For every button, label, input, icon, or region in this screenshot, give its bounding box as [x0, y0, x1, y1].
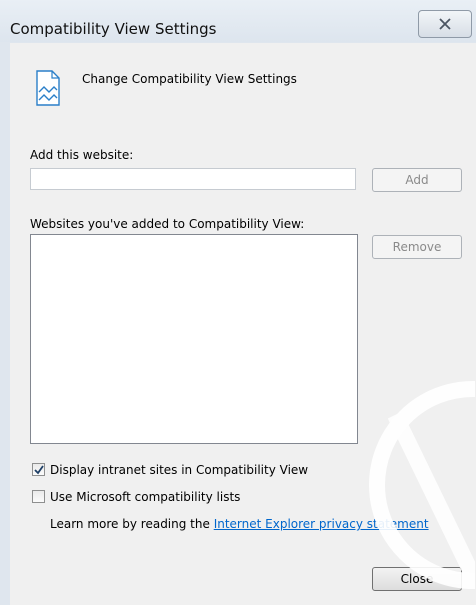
- watermark-graphic: [369, 381, 475, 589]
- close-icon: [439, 18, 451, 30]
- add-site-label: Add this website:: [30, 148, 134, 162]
- header-text: Change Compatibility View Settings: [82, 72, 297, 86]
- title-bar: Compatibility View Settings: [0, 0, 476, 42]
- learn-more-prefix: Learn more by reading the: [50, 517, 214, 531]
- remove-button[interactable]: Remove: [372, 235, 462, 259]
- window-title: Compatibility View Settings: [10, 20, 217, 38]
- sites-listbox[interactable]: [30, 234, 358, 444]
- close-window-button[interactable]: [418, 10, 472, 38]
- sites-list-label: Websites you've added to Compatibility V…: [30, 217, 305, 231]
- check-icon: [34, 465, 44, 475]
- microsoft-lists-label[interactable]: Use Microsoft compatibility lists: [50, 490, 240, 504]
- add-button[interactable]: Add: [372, 168, 462, 192]
- add-site-input[interactable]: [30, 168, 356, 190]
- intranet-label[interactable]: Display intranet sites in Compatibility …: [50, 463, 308, 477]
- microsoft-lists-checkbox[interactable]: [32, 490, 45, 503]
- compatibility-view-icon: [36, 70, 60, 106]
- intranet-checkbox[interactable]: [32, 463, 45, 476]
